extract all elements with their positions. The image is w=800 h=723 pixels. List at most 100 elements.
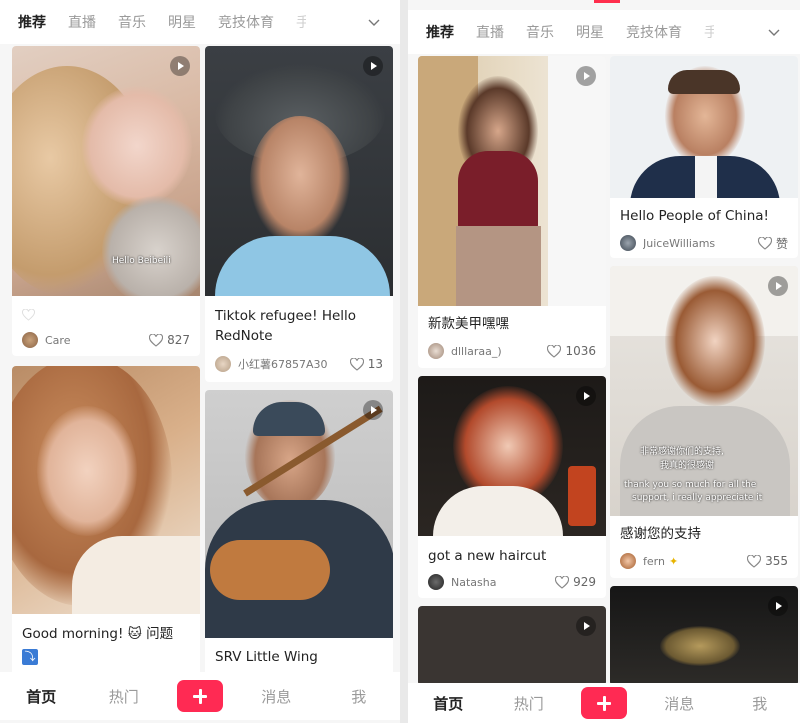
heart-icon[interactable] [555,575,570,589]
right-screen: 推荐 直播 音乐 明星 竞技体育 手 新款美甲嘿嘿 dlllaraa_) 103… [408,0,800,723]
category-tabs: 推荐 直播 音乐 明星 竞技体育 手 [0,0,400,44]
video-thumbnail[interactable]: 非常感谢你们的支持, 我真的很感谢 thank you so much for … [610,266,798,516]
play-icon [576,616,596,636]
tab-live[interactable]: 直播 [476,22,504,42]
heart-icon[interactable] [547,344,562,358]
photo-thumbnail[interactable] [12,366,200,614]
play-icon [576,386,596,406]
like-count: 赞 [775,236,788,251]
like-count: 355 [765,554,788,568]
avatar[interactable] [620,235,636,251]
card-title: 新款美甲嘿嘿 [428,316,509,332]
like-count: 1036 [565,344,596,358]
photo-thumbnail[interactable] [418,376,606,536]
avatar[interactable] [428,343,444,359]
photo-thumbnail[interactable] [610,56,798,198]
avatar[interactable] [215,356,231,372]
nav-me[interactable]: 我 [318,686,401,707]
avatar[interactable] [620,553,636,569]
left-screen: 推荐 直播 音乐 明星 竞技体育 手 Hello Beibeili Care 8… [0,0,400,723]
card-title: got a new haircut [428,548,547,564]
like-count: 13 [367,357,383,371]
author-name[interactable]: Care [45,334,149,347]
category-tabs: 推荐 直播 音乐 明星 竞技体育 手 [408,10,800,54]
card-meta: fern ✦ 355 [620,551,788,571]
like-count: 929 [573,575,596,589]
card-title: Hello People of China! [620,208,769,224]
tab-sports[interactable]: 竞技体育 [626,22,682,42]
card-title: 感谢您的支持 [620,526,701,542]
card-meta: dlllaraa_) 1036 [428,341,596,361]
card-title: Tiktok refugee! Hello RedNote [215,308,357,344]
author-name[interactable]: 小红薯67857A30 [238,356,350,372]
video-thumbnail[interactable] [205,46,393,296]
bottom-nav: 首页 热门 消息 我 [0,672,400,720]
chevron-down-icon[interactable] [368,16,380,28]
feed-card[interactable]: 非常感谢你们的支持, 我真的很感谢 thank you so much for … [610,266,798,578]
heart-icon [22,309,35,321]
feed-card[interactable]: SRV Little Wing [205,390,393,680]
plus-icon[interactable] [177,680,223,712]
feed-card[interactable]: 新款美甲嘿嘿 dlllaraa_) 1036 [418,56,606,368]
author-name[interactable]: Natasha [451,576,555,589]
tab-more[interactable]: 手 [296,12,306,32]
tab-stars[interactable]: 明星 [168,12,196,32]
feed-card[interactable] [610,586,798,686]
nav-home[interactable]: 首页 [0,686,83,707]
tab-recommend[interactable]: 推荐 [426,22,454,42]
author-name[interactable]: dlllaraa_) [451,345,547,358]
heart-icon[interactable] [747,554,762,568]
feed-card[interactable]: Good morning! 🐱 问题 ⤵ [12,366,200,676]
avatar[interactable] [22,332,38,348]
bottom-nav: 首页 热门 消息 我 [408,683,800,723]
feed-card[interactable]: Hello People of China! JuiceWilliams 赞 [610,56,798,258]
nav-home[interactable]: 首页 [408,693,489,714]
author-name[interactable]: JuiceWilliams [643,237,758,250]
card-title-emoji: ⤵ [22,646,192,666]
nav-messages[interactable]: 消息 [235,686,318,707]
avatar[interactable] [428,574,444,590]
card-meta: Care 827 [22,330,190,350]
tab-music[interactable]: 音乐 [526,22,554,42]
nav-messages[interactable]: 消息 [639,693,720,714]
video-thumbnail[interactable] [610,586,798,686]
tab-sports[interactable]: 竞技体育 [218,12,274,32]
chevron-down-icon[interactable] [768,26,780,38]
author-name[interactable]: fern [643,555,665,568]
heart-icon[interactable] [149,333,164,347]
play-icon [576,66,596,86]
heart-icon[interactable] [349,357,364,371]
tab-stars[interactable]: 明星 [576,22,604,42]
card-meta: 小红薯67857A30 13 [215,354,383,374]
video-thumbnail[interactable] [205,390,393,638]
plus-icon[interactable] [581,687,627,719]
arrow-badge-icon: ⤵ [22,649,38,665]
subtitle-line: thank you so much for all the [624,480,757,490]
play-icon [768,276,788,296]
video-thumbnail[interactable]: Hello Beibeili [12,46,200,296]
video-overlay-text: Hello Beibeili [112,256,171,266]
tab-live[interactable]: 直播 [68,12,96,32]
heart-icon[interactable] [757,236,772,250]
tab-recommend[interactable]: 推荐 [18,12,46,32]
tab-more[interactable]: 手 [704,22,714,42]
play-icon [170,56,190,76]
card-title: Good morning! 🐱 问题 [22,626,174,642]
nav-hot[interactable]: 热门 [83,686,166,707]
card-meta: Natasha 929 [428,572,596,592]
like-count: 827 [167,333,190,347]
nav-hot[interactable]: 热门 [489,693,570,714]
feed-card[interactable]: got a new haircut Natasha 929 [418,376,606,598]
leaf-icon: ✦ [668,554,679,568]
top-indicator [594,0,620,3]
play-icon [363,400,383,420]
feed-card[interactable]: Tiktok refugee! Hello RedNote 小红薯67857A3… [205,46,393,382]
video-thumbnail[interactable] [418,606,606,686]
nav-me[interactable]: 我 [720,693,800,714]
video-thumbnail[interactable] [418,56,606,306]
card-meta: JuiceWilliams 赞 [620,233,788,253]
play-icon [768,596,788,616]
tab-music[interactable]: 音乐 [118,12,146,32]
feed-card[interactable]: Hello Beibeili Care 827 [12,46,200,356]
feed-card[interactable] [418,606,606,686]
